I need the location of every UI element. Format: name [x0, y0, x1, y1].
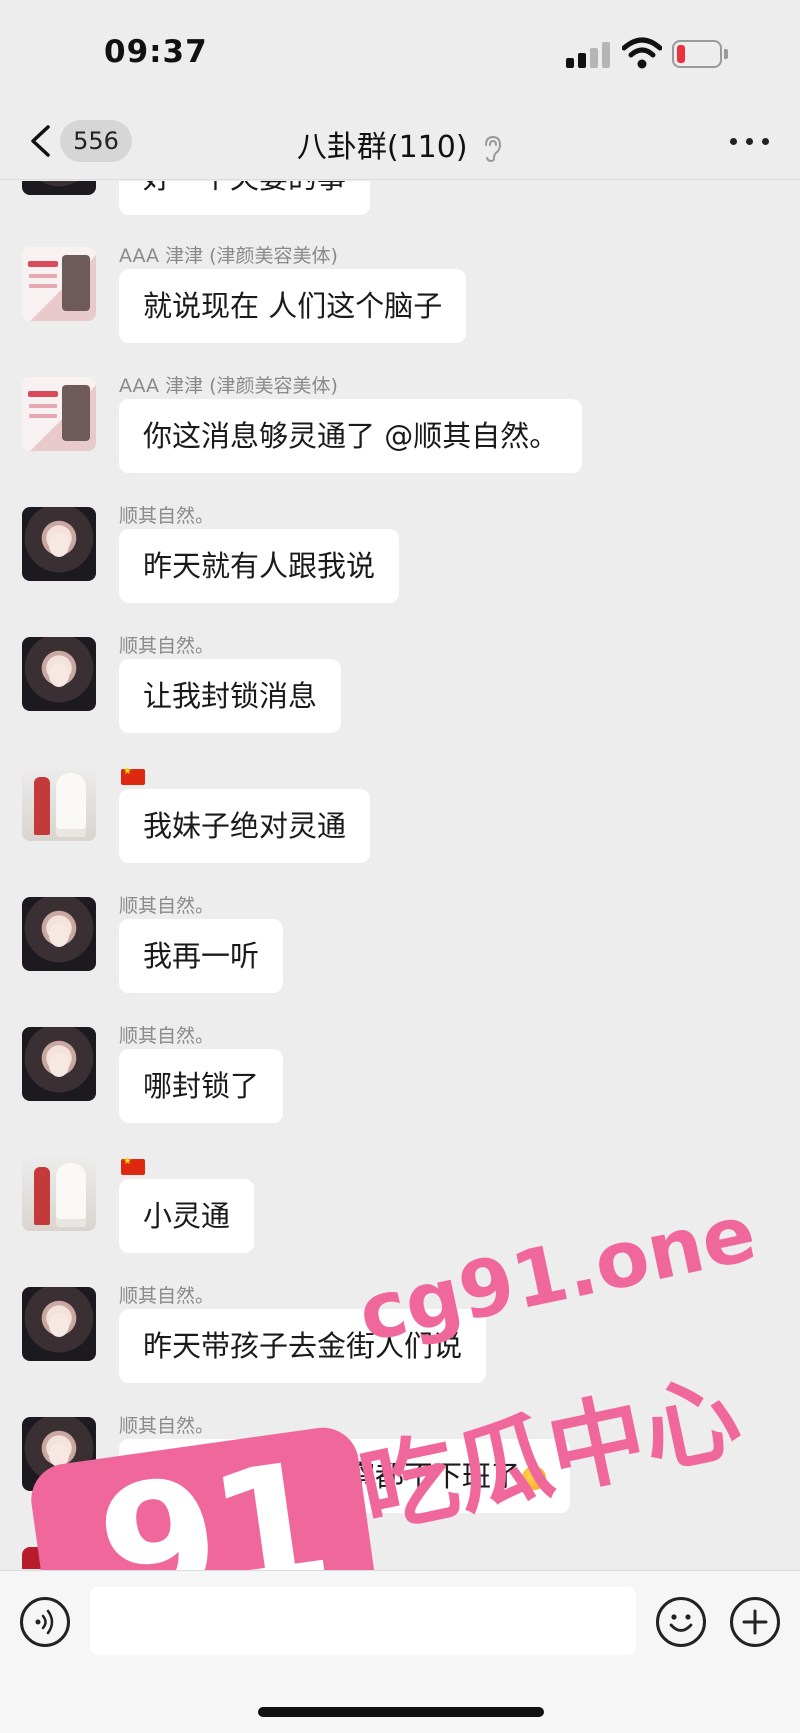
avatar[interactable]: [22, 181, 96, 195]
chevron-left-icon: [31, 125, 50, 157]
avatar[interactable]: [22, 897, 96, 971]
avatar[interactable]: [22, 1417, 96, 1491]
message-bubble[interactable]: 昨天带孩子去金街人们说: [119, 1309, 487, 1383]
cellular-signal-icon: [566, 42, 612, 68]
message-bubble[interactable]: 让我封锁消息: [119, 659, 342, 733]
message-bubble[interactable]: 你这消息够灵通了 @顺其自然。: [119, 399, 583, 473]
voice-input-button[interactable]: [20, 1597, 70, 1647]
sender-name: 顺其自然。: [119, 895, 215, 917]
ear-icon: [485, 135, 502, 162]
message-bubble[interactable]: 我妹子绝对灵通: [119, 789, 371, 863]
page-title[interactable]: 八卦群(110): [250, 122, 550, 166]
message-bubble[interactable]: 小灵通: [119, 1179, 255, 1253]
avatar[interactable]: [22, 247, 96, 321]
message-bubble[interactable]: 哪封锁了: [119, 1049, 284, 1123]
avatar[interactable]: [22, 1547, 96, 1569]
sender-name: AAA 津津 (津颜美容美体): [119, 245, 338, 267]
input-bar: [0, 1570, 800, 1733]
message-bubble[interactable]: 我再一听: [119, 919, 284, 993]
plus-icon: [742, 1609, 768, 1635]
avatar[interactable]: [22, 767, 96, 841]
emoji-icon: [522, 1466, 547, 1490]
avatar[interactable]: [22, 507, 96, 581]
sender-name: 顺其自然。: [119, 635, 215, 657]
status-bar: 09:37: [0, 0, 800, 100]
sender-name: 顺其自然。: [119, 1415, 215, 1437]
status-time: 09:37: [104, 34, 208, 70]
group-name: 八卦群(110): [296, 130, 468, 165]
sender-name: 顺其自然。: [119, 1285, 215, 1307]
emoji-button[interactable]: [656, 1597, 706, 1647]
more-options-button[interactable]: [728, 126, 772, 156]
message-list[interactable]: 好一个夫妻的事 AAA 津津 (津颜美容美体) 就说现在 人们这个脑子 AAA …: [0, 181, 800, 1569]
china-flag-icon: [121, 766, 145, 785]
sender-name: 顺其自然。: [119, 505, 215, 527]
sender-name: A. 星星: [119, 1545, 182, 1567]
message-input[interactable]: [90, 1587, 636, 1655]
home-indicator[interactable]: [258, 1707, 544, 1717]
more-actions-button[interactable]: [730, 1597, 780, 1647]
message-bubble[interactable]: 说小站派出所警察都不下班了: [119, 1439, 571, 1513]
sender-name: AAA 津津 (津颜美容美体): [119, 375, 338, 397]
avatar[interactable]: [22, 1027, 96, 1101]
avatar[interactable]: [22, 637, 96, 711]
avatar[interactable]: [22, 1287, 96, 1361]
message-bubble[interactable]: 就说现在 人们这个脑子: [119, 269, 467, 343]
unread-count-badge: 556: [60, 120, 132, 162]
message-text: 说小站派出所警察都不下班了: [143, 1459, 521, 1493]
battery-icon: [672, 40, 728, 68]
avatar[interactable]: [22, 1157, 96, 1231]
message-bubble[interactable]: 好一个夫妻的事: [119, 181, 371, 215]
sender-name: 顺其自然。: [119, 1025, 215, 1047]
voice-icon: [35, 1609, 54, 1635]
wifi-icon: [622, 37, 662, 69]
smiley-icon: [669, 1614, 693, 1632]
message-bubble[interactable]: 昨天就有人跟我说: [119, 529, 400, 603]
china-flag-icon: [121, 1156, 145, 1175]
back-button[interactable]: 556: [22, 118, 132, 164]
avatar[interactable]: [22, 377, 96, 451]
chat-header: 556 八卦群(110): [0, 100, 800, 180]
